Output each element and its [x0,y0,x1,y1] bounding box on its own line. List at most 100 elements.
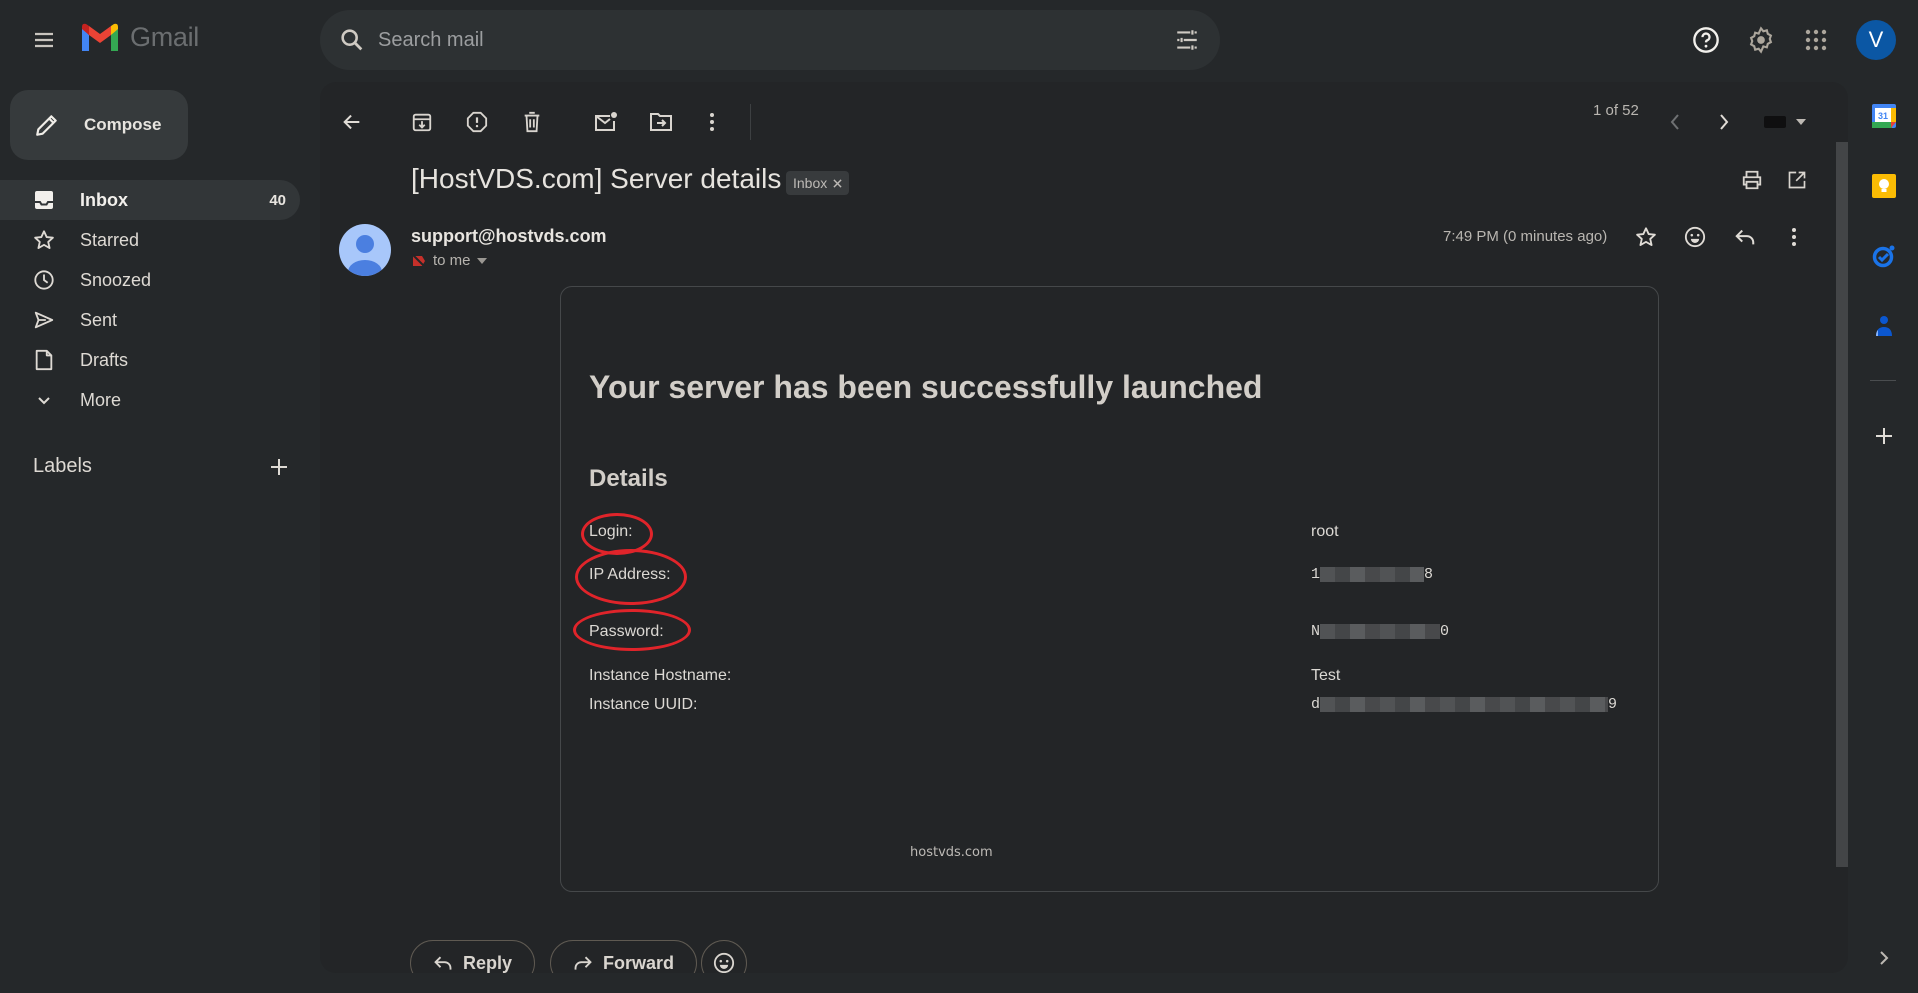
forward-icon [574,956,592,970]
sender-avatar[interactable] [339,224,391,276]
email-subject: [HostVDS.com] Server details [411,163,782,194]
plus-icon [1876,428,1892,444]
show-side-panel-button[interactable] [1868,942,1900,974]
help-button[interactable] [1686,20,1726,60]
reply-label: Reply [463,952,513,973]
sidebar-item-label: Sent [80,309,118,330]
toolbar-divider [750,104,751,140]
older-button[interactable] [1706,104,1742,140]
value-prefix: 1 [1311,566,1321,583]
report-spam-button[interactable] [459,104,495,140]
message-view: 1 of 52 [HostVDS.com] Server details Inb… [320,82,1848,973]
print-button[interactable] [1734,162,1770,198]
send-icon [34,311,54,329]
reply-button[interactable] [1727,219,1763,255]
recipient-details[interactable]: to me [411,252,487,269]
value-suffix: 9 [1608,696,1618,713]
calendar-addon[interactable]: 31 [1868,100,1900,132]
unread-count: 40 [269,191,286,209]
star-icon [1636,227,1656,246]
label-chip-text: Inbox [793,175,828,191]
keep-addon[interactable] [1868,170,1900,202]
plus-icon [271,459,287,475]
sidebar-item-starred[interactable]: Starred [0,220,300,260]
details-heading: Details [589,465,668,492]
remove-label-icon[interactable] [833,178,842,188]
hostname-label: Instance Hostname: [589,667,732,684]
newer-button[interactable] [1657,104,1693,140]
gmail-wordmark: Gmail [130,22,200,52]
redacted-block [1320,624,1441,639]
compose-label: Compose [84,115,162,134]
emoji-reaction-button[interactable] [701,940,747,973]
reply-pill-button[interactable]: Reply [410,940,536,973]
main-menu-button[interactable] [24,20,64,60]
sidebar-item-label: Inbox [80,189,128,210]
help-icon [1693,27,1719,53]
pencil-icon [36,115,57,136]
more-actions-button[interactable] [694,104,730,140]
sidebar-item-more[interactable]: More [0,380,300,420]
sidebar-item-sent[interactable]: Sent [0,300,300,340]
mark-unread-button[interactable] [588,104,624,140]
forward-pill-button[interactable]: Forward [550,940,698,973]
google-apps-button[interactable] [1796,20,1836,60]
message-timestamp: 7:49 PM (0 minutes ago) [1443,228,1608,245]
add-reaction-button[interactable] [1677,219,1713,255]
settings-gear-icon [1749,26,1773,54]
rail-divider [1870,380,1896,381]
email-headline: Your server has been successfully launch… [589,369,1263,405]
contacts-icon [1876,316,1892,336]
chevron-left-icon [1670,114,1679,130]
tasks-addon[interactable] [1868,240,1900,272]
chevron-right-icon [1880,951,1889,965]
message-more-button[interactable] [1776,219,1812,255]
archive-icon [412,113,432,132]
print-icon [1742,170,1762,190]
footer-link[interactable]: hostvds.com [910,845,993,860]
emoji-icon [713,952,735,973]
search-bar[interactable] [320,10,1220,70]
emoji-icon [1684,226,1706,248]
back-button[interactable] [334,104,370,140]
search-icon[interactable] [338,26,366,54]
sidebar-item-drafts[interactable]: Drafts [0,340,300,380]
reply-icon [1735,229,1755,245]
sidebar-item-snoozed[interactable]: Snoozed [0,260,300,300]
hostname-value: Test [1311,667,1341,684]
scrollbar-thumb[interactable] [1836,142,1848,867]
person-icon [348,235,382,276]
chevron-right-icon [1720,114,1729,130]
tasks-icon [1872,245,1895,268]
create-label-button[interactable] [264,452,294,482]
redacted-block [1320,567,1425,582]
clock-icon [34,270,54,290]
star-button[interactable] [1628,219,1664,255]
settings-button[interactable] [1741,20,1781,60]
compose-button[interactable]: Compose [10,90,188,160]
delete-button[interactable] [514,104,550,140]
gmail-m-icon [82,23,118,51]
get-addons-button[interactable] [1868,420,1900,452]
search-options-icon[interactable] [1174,27,1200,53]
archive-button[interactable] [404,104,440,140]
value-prefix: N [1311,623,1321,640]
sidebar-item-label: Drafts [80,349,129,370]
gmail-logo[interactable]: Gmail [80,22,199,53]
sidebar-item-inbox[interactable]: Inbox 40 [0,180,300,220]
label-chip-inbox[interactable]: Inbox [786,171,850,195]
contacts-addon[interactable] [1868,310,1900,342]
input-tools-button[interactable] [1756,104,1816,140]
move-to-button[interactable] [643,104,679,140]
account-avatar[interactable]: V [1856,20,1896,60]
search-input[interactable] [378,28,1138,52]
open-new-window-button[interactable] [1779,162,1815,198]
caret-down-icon [476,257,487,264]
inbox-icon [35,191,53,209]
sender-email[interactable]: support@hostvds.com [411,226,607,247]
mark-unread-icon [595,112,617,131]
important-off-icon [411,252,427,269]
svg-text:31: 31 [1878,111,1888,121]
reply-icon [434,956,452,970]
pagination-text: 1 of 52 [1593,102,1639,119]
